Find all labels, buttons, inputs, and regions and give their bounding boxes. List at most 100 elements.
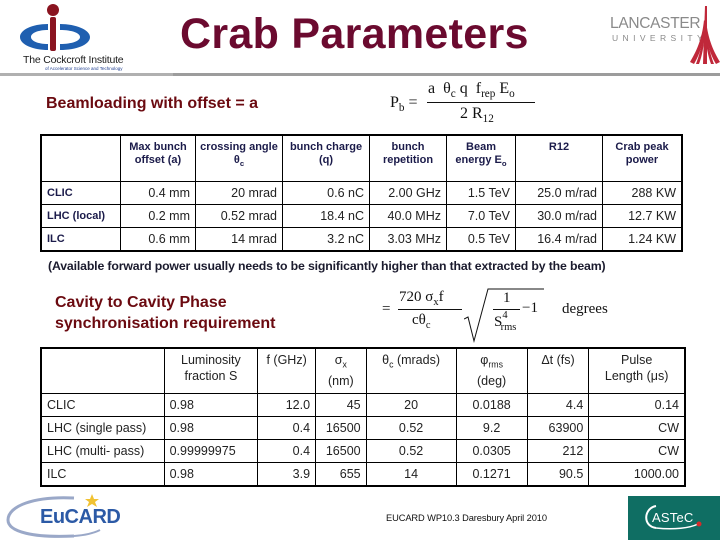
root-denominator: S4rms <box>494 310 517 333</box>
table-row: CLIC 0.4 mm 20 mrad 0.6 nC 2.00 GHz 1.5 TeV 25… <box>41 181 683 205</box>
table-cell: 1000.00 <box>588 462 686 487</box>
row-label: CLIC <box>40 393 165 417</box>
table-row: LHC (local) 0.2 mm 0.52 mrad 18.4 nC 40.0 MH… <box>41 204 683 228</box>
table-cell: 0.14 <box>588 393 686 417</box>
row-label: LHC (local) <box>41 204 121 228</box>
table-cell: CW <box>588 416 686 440</box>
beamloading-formula: Pb = a θc q frep Eo 2 R12 <box>390 80 540 130</box>
phase-sync-formula: = 720 σxf cθc 1 S4rms −1 degrees <box>382 287 612 343</box>
table-cell: 14 mrad <box>195 227 283 252</box>
table-cell: 7.0 TeV <box>446 204 516 228</box>
table-cell: 0.1271 <box>455 462 528 487</box>
table-row: ILC 0.6 mm 14 mrad 3.2 nC 3.03 MHz 0.5 TeV 16.… <box>41 227 683 252</box>
formula-denominator: 2 R12 <box>460 105 494 126</box>
footer-text: EUCARD WP10.3 Daresbury April 2010 <box>386 513 547 523</box>
table-cell: 0.6 mm <box>120 227 196 252</box>
table-cell: 1.5 TeV <box>446 181 516 205</box>
table-cell: 3.2 nC <box>282 227 370 252</box>
table-cell: 3.9 <box>257 462 317 487</box>
formula-unit: degrees <box>562 301 608 317</box>
table-cell: 0.4 <box>257 439 317 463</box>
table-cell: 0.4 mm <box>120 181 196 205</box>
column-header: bunch charge (q) <box>282 134 370 182</box>
forward-power-note: (Available forward power usually needs t… <box>48 259 606 273</box>
beamloading-heading: Beamloading with offset = a <box>46 95 259 112</box>
table-cell: 0.52 mrad <box>195 204 283 228</box>
table-row: ILC 0.98 3.9 655 14 0.1271 90.5 1000.00 <box>40 462 686 487</box>
column-header: crossing angle θc <box>195 134 283 182</box>
crab-parameters-table: Max bunch offset (a) crossing angle θc b… <box>40 134 683 252</box>
table-row: LHC (single pass) 0.98 0.4 16500 0.52 9.2 6390… <box>40 416 686 440</box>
column-header: φrms (deg) <box>455 347 528 394</box>
table-cell: 0.0188 <box>455 393 528 417</box>
table-cell: 0.6 nC <box>282 181 370 205</box>
fraction-bar <box>427 102 535 103</box>
table-header-row: Luminosity fraction S f (GHz) σx (nm) θc (… <box>40 347 686 394</box>
table-cell: 2.00 GHz <box>369 181 447 205</box>
phase-sync-table: Luminosity fraction S f (GHz) σx (nm) θc (… <box>40 347 686 487</box>
table-cell: 0.52 <box>365 416 457 440</box>
row-label: ILC <box>40 462 165 487</box>
table-cell: 16500 <box>315 439 367 463</box>
table-row: CLIC 0.98 12.0 45 20 0.0188 4.4 0.14 <box>40 393 686 417</box>
row-label: LHC (single pass) <box>40 416 165 440</box>
astec-logo: ASTeC <box>628 496 720 540</box>
column-header: Δt (fs) <box>526 347 590 394</box>
row-label: CLIC <box>41 181 121 205</box>
formula-minus-one: −1 <box>522 300 538 316</box>
column-header <box>41 134 121 182</box>
formula-lhs: Pb = <box>390 94 418 115</box>
column-header: σx (nm) <box>315 347 367 394</box>
lancaster-logo-name: LANCASTER <box>610 15 701 32</box>
table-cell: 0.5 TeV <box>446 227 516 252</box>
table-cell: 0.0305 <box>455 439 528 463</box>
phase-sync-heading-line1: Cavity to Cavity Phase <box>55 294 227 311</box>
table-cell: 25.0 m/rad <box>515 181 603 205</box>
column-header: Crab peak power <box>602 134 683 182</box>
table-cell: 0.98 <box>163 416 259 440</box>
root-numerator: 1 <box>503 290 511 306</box>
table-cell: 288 KW <box>602 181 683 205</box>
phase-sync-heading: Cavity to Cavity Phase synchronisation r… <box>55 292 276 334</box>
table-cell: 45 <box>315 393 367 417</box>
row-label: ILC <box>41 227 121 252</box>
formula-numerator: a θc q frep Eo <box>428 80 515 101</box>
eucard-logo-text: EuCARD <box>40 506 121 528</box>
table-cell: 20 mrad <box>195 181 283 205</box>
formula-numerator: 720 σxf <box>399 289 444 308</box>
cockcroft-logo-icon <box>20 4 90 51</box>
table-cell: 63900 <box>526 416 590 440</box>
column-header: θc (mrads) <box>365 347 457 394</box>
column-header: Max bunch offset (a) <box>120 134 196 182</box>
formula-equals: = <box>382 301 391 317</box>
table-cell: 30.0 m/rad <box>515 204 603 228</box>
column-header: f (GHz) <box>257 347 317 394</box>
cockcroft-logo-subtitle: of Accelerator Science and Technology <box>45 66 123 71</box>
cockcroft-logo-name: The Cockcroft Institute <box>23 54 124 66</box>
table-cell: 0.4 <box>257 416 317 440</box>
table-cell: 0.98 <box>163 393 259 417</box>
table-cell: 0.52 <box>365 439 457 463</box>
table-header-row: Max bunch offset (a) crossing angle θc b… <box>41 134 683 182</box>
lancaster-emblem-icon <box>690 6 720 64</box>
table-cell: 14 <box>365 462 457 487</box>
table-cell: 12.7 KW <box>602 204 683 228</box>
table-cell: CW <box>588 439 686 463</box>
table-cell: 12.0 <box>257 393 317 417</box>
table-cell: 212 <box>526 439 590 463</box>
column-header: Luminosity fraction S <box>163 347 259 394</box>
eucard-logo: EuCARD <box>4 494 124 540</box>
lancaster-university-logo: LANCASTER UNIVERSITY <box>600 6 720 66</box>
fraction-bar <box>398 309 462 310</box>
table-cell: 4.4 <box>526 393 590 417</box>
table-cell: 40.0 MHz <box>369 204 447 228</box>
column-header: R12 <box>515 134 603 182</box>
header-divider <box>0 73 720 76</box>
table-cell: 16500 <box>315 416 367 440</box>
page-title: Crab Parameters <box>180 10 529 58</box>
table-cell: 18.4 nC <box>282 204 370 228</box>
table-cell: 16.4 m/rad <box>515 227 603 252</box>
table-row: LHC (multi- pass) 0.99999975 0.4 16500 0.52 0… <box>40 439 686 463</box>
formula-denominator: cθc <box>412 312 431 331</box>
table-cell: 0.99999975 <box>163 439 259 463</box>
